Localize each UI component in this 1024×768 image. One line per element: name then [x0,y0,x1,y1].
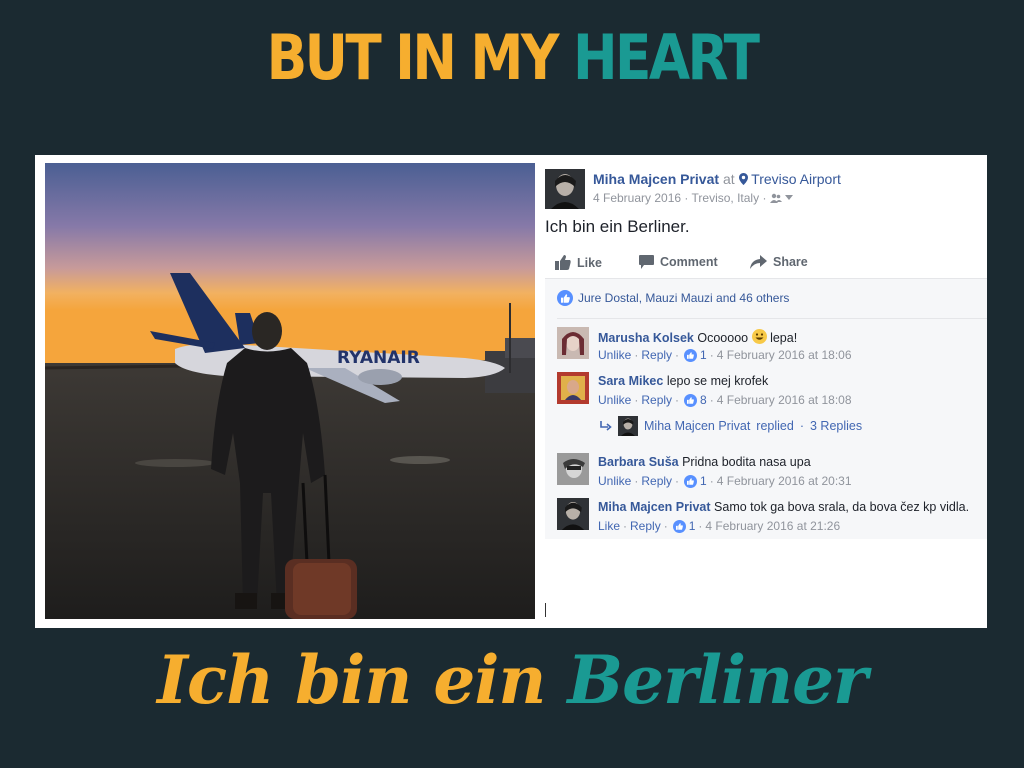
view-replies-link[interactable]: Miha Majcen Privat replied · 3 Replies [600,415,862,437]
title-top-part2: HEART [572,21,760,94]
reply-link[interactable]: Reply [630,519,661,533]
post-place[interactable]: Treviso, Italy [692,191,760,205]
post-location[interactable]: Treviso Airport [751,171,841,187]
commenter-avatar[interactable] [557,453,589,485]
post-header: Miha Majcen Privat at Treviso Airport 4 … [545,169,985,209]
comment-label: Comment [660,255,718,269]
comment-text: Pridna bodita nasa upa [682,455,811,469]
friends-icon[interactable] [769,193,782,203]
like-count[interactable]: 1 [700,474,707,488]
unlike-link[interactable]: Unlike [598,474,631,488]
unlike-link[interactable]: Unlike [598,393,631,407]
slide-title-bottom: Ich bin ein Berliner [0,630,1024,730]
separator-dot: · [675,348,680,362]
comment-item: Miha Majcen Privat Samo tok ga bova sral… [557,498,987,534]
comment-text: lepo se mej krofek [666,374,769,388]
separator-dot: · [709,393,714,407]
commenter-name[interactable]: Sara Mikec [598,374,663,388]
separator-dot: · [675,393,680,407]
comment-icon [639,255,654,269]
like-count[interactable]: 1 [700,348,707,362]
author-avatar[interactable] [545,169,585,209]
comment-text-after-emoji: lepa! [770,331,798,345]
unlike-link[interactable]: Unlike [598,348,631,362]
separator-dot: · [709,474,714,488]
post-actions: Like Comment Share [555,255,985,279]
post-author-name[interactable]: Miha Majcen Privat [593,171,719,187]
post-at-label: at [722,171,735,187]
like-count-icon [672,519,686,533]
likes-summary[interactable]: Jure Dostal, Mauzi Mauzi and 46 others [557,290,789,306]
separator-dot: · [675,474,680,488]
like-count[interactable]: 8 [700,393,707,407]
title-top-part1: BUT IN MY [266,21,560,94]
separator-dot: · [663,519,668,533]
slide-title-top: BUT IN MY HEART [72,18,953,98]
separator-dot: · [799,419,804,433]
like-button[interactable]: Like [555,255,602,270]
reply-link[interactable]: Reply [641,474,672,488]
screenshot-card: RYANAIR Miha Majcen Privat at Treviso Ai… [35,155,987,628]
chevron-down-icon[interactable] [785,195,794,201]
smile-emoji-icon [751,329,767,344]
commenter-avatar[interactable] [557,372,589,404]
separator-dot: · [634,474,639,488]
map-pin-icon [738,173,748,185]
like-count-icon [684,348,698,362]
share-button[interactable]: Share [750,255,808,269]
comment-item: Barbara Suša Pridna bodita nasa upa Unli… [557,453,987,489]
share-label: Share [773,255,808,269]
reply-arrow-icon [600,421,612,431]
reply-author-name[interactable]: Miha Majcen Privat [644,419,750,433]
like-count[interactable]: 1 [689,519,696,533]
like-count-icon [684,474,698,488]
separator-dot: · [634,348,639,362]
meta-separator: · [684,191,689,205]
share-icon [750,255,767,269]
separator-dot: · [698,519,703,533]
text-cursor [545,603,546,617]
comment-item: Marusha Kolsek Ocooooo lepa! Unlike · Re… [557,327,987,363]
title-bottom-part2: Berliner [567,641,867,719]
reply-link[interactable]: Reply [641,393,672,407]
airport-photo-scene: RYANAIR [45,163,535,619]
airport-photo: RYANAIR [45,163,535,619]
comment-date[interactable]: 4 February 2016 at 18:08 [717,393,852,407]
replied-label: replied [756,419,794,433]
post-date[interactable]: 4 February 2016 [593,191,681,205]
comment-date[interactable]: 4 February 2016 at 18:06 [717,348,852,362]
like-badge-icon [557,290,573,306]
commenter-avatar[interactable] [557,327,589,359]
comment-text: Samo tok ga bova srala, da bova čez kp v… [714,500,970,514]
separator-dot: · [634,393,639,407]
meta-separator: · [762,191,767,205]
likes-divider [557,318,987,319]
like-label: Like [577,255,603,270]
reply-author-avatar[interactable] [618,416,638,436]
separator-dot: · [709,348,714,362]
post-text: Ich bin ein Berliner. [545,217,690,236]
separator-dot: · [623,519,628,533]
post-meta: 4 February 2016 · Treviso, Italy · [593,191,794,205]
airplane-tail-text: RYANAIR [337,348,420,368]
comment-date[interactable]: 4 February 2016 at 21:26 [705,519,840,533]
commenter-name[interactable]: Barbara Suša [598,455,679,469]
commenter-name[interactable]: Marusha Kolsek [598,331,694,345]
like-count-icon [684,393,698,407]
comment-date[interactable]: 4 February 2016 at 20:31 [717,474,852,488]
thumbs-up-icon [555,255,571,270]
comment-item: Sara Mikec lepo se mej krofek Unlike · R… [557,372,987,408]
comment-button[interactable]: Comment [639,255,718,269]
replies-count[interactable]: 3 Replies [810,419,862,433]
title-bottom-part1: Ich bin ein [157,641,546,719]
commenter-name[interactable]: Miha Majcen Privat [598,500,711,514]
reply-link[interactable]: Reply [641,348,672,362]
likes-summary-text[interactable]: Jure Dostal, Mauzi Mauzi and 46 others [578,291,789,305]
comment-text: Ocooooo [697,331,749,345]
like-link[interactable]: Like [598,519,620,533]
commenter-avatar[interactable] [557,498,589,530]
facebook-post: Miha Majcen Privat at Treviso Airport 4 … [545,155,987,628]
